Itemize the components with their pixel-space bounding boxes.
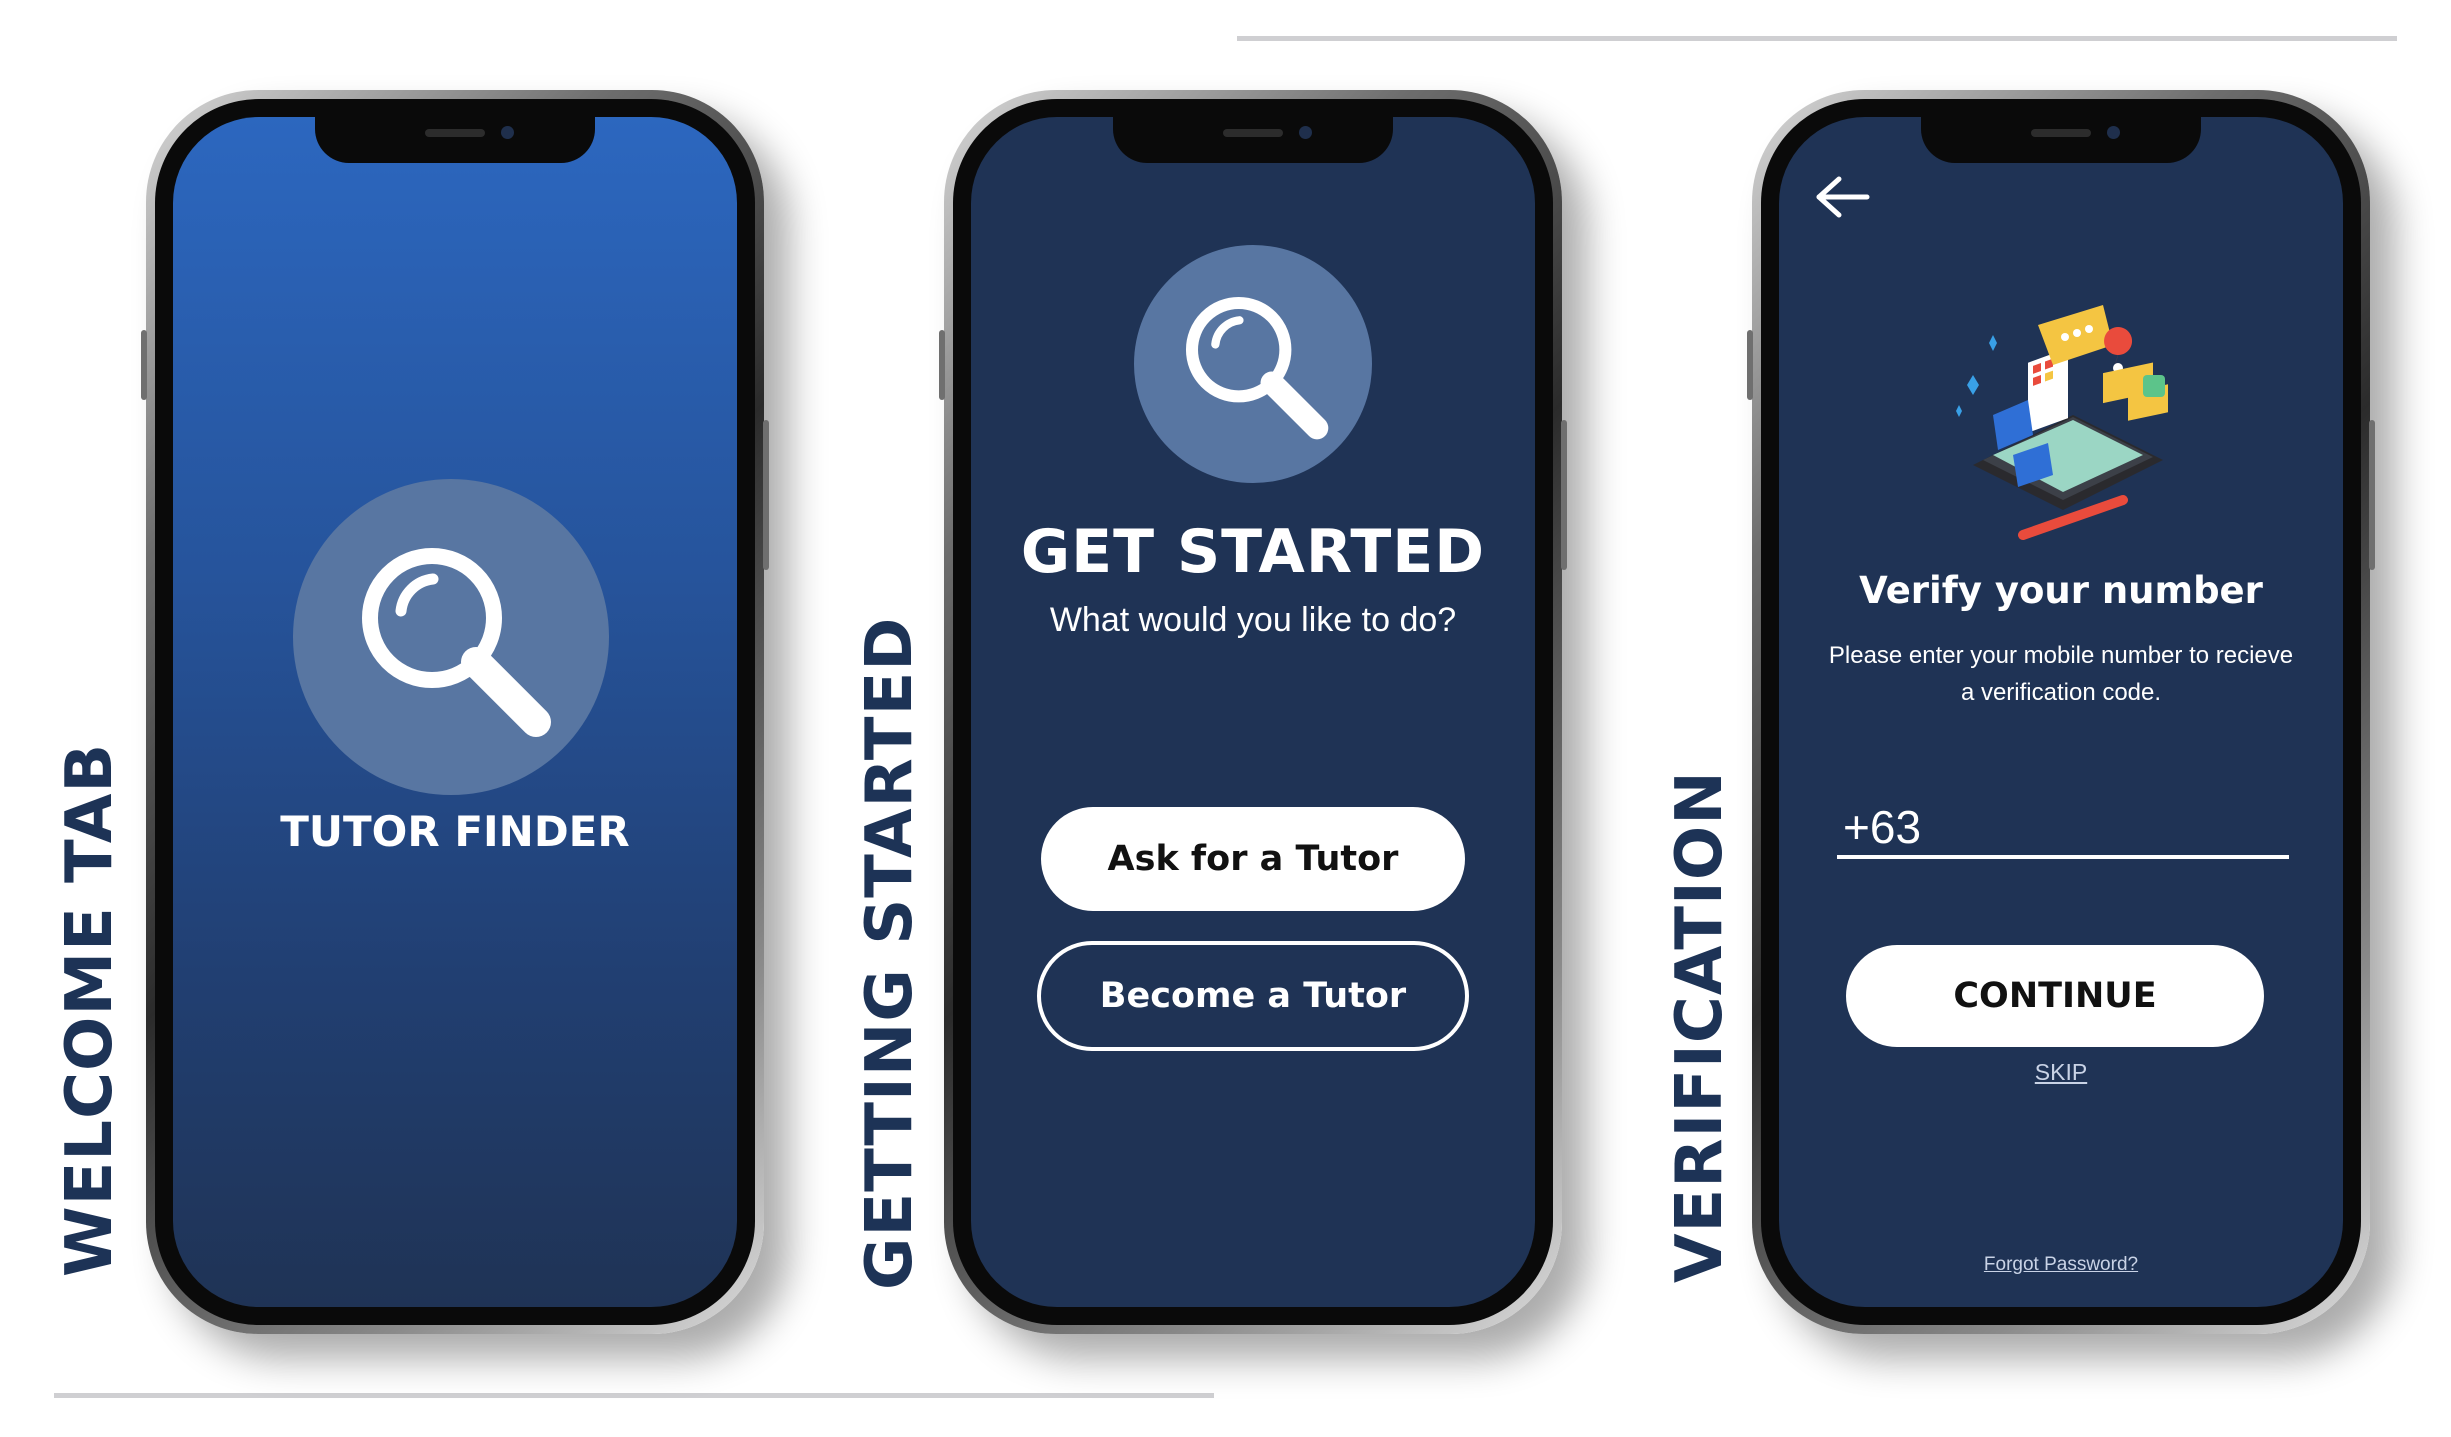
top-divider (1237, 36, 2397, 41)
continue-button[interactable]: CONTINUE (1846, 945, 2264, 1047)
side-button (2369, 420, 2375, 570)
phone-welcome: TUTOR FINDER (141, 90, 769, 1334)
skip-link[interactable]: SKIP (1779, 1059, 2343, 1086)
side-button (939, 330, 945, 400)
side-button (1561, 420, 1567, 570)
become-tutor-button[interactable]: Become a Tutor (1037, 941, 1469, 1051)
side-button (141, 330, 147, 400)
notch (1921, 117, 2201, 163)
verification-screen: Verify your number Please enter your mob… (1779, 117, 2343, 1307)
mobile-apps-illustration (1956, 305, 2168, 540)
arrow-left-icon[interactable] (1813, 175, 1871, 219)
logo-circle (1134, 245, 1372, 483)
verify-description-line2: a verification code. (1960, 679, 2162, 706)
logo-circle (293, 479, 609, 795)
label-verification: VERIFICATION (1663, 770, 1737, 1283)
app-title: TUTOR FINDER (280, 807, 630, 856)
label-getting-started: GETTING STARTED (853, 616, 927, 1290)
phone-verification: Verify your number Please enter your mob… (1747, 90, 2375, 1334)
verify-description-line1: Please enter your mobile number to recie… (1828, 642, 2294, 669)
phone-get-started: GET STARTED What would you like to do? A… (939, 90, 1567, 1334)
side-button (1747, 330, 1753, 400)
magnifier-icon (1185, 296, 1329, 440)
label-welcome-tab: WELCOME TAB (53, 742, 127, 1277)
verify-title: Verify your number (1859, 569, 2263, 612)
get-started-screen: GET STARTED What would you like to do? A… (971, 117, 1535, 1307)
bottom-divider (54, 1393, 1214, 1398)
phone-number-input[interactable] (1837, 799, 2289, 859)
ask-for-tutor-button[interactable]: Ask for a Tutor (1041, 807, 1465, 911)
notch (1113, 117, 1393, 163)
notch (315, 117, 595, 163)
page-subtitle: What would you like to do? (1049, 601, 1457, 639)
welcome-screen: TUTOR FINDER (173, 117, 737, 1307)
page-title: GET STARTED (1020, 517, 1486, 587)
side-button (763, 420, 769, 570)
forgot-password-link[interactable]: Forgot Password? (1779, 1254, 2343, 1276)
magnifier-icon (362, 548, 551, 737)
